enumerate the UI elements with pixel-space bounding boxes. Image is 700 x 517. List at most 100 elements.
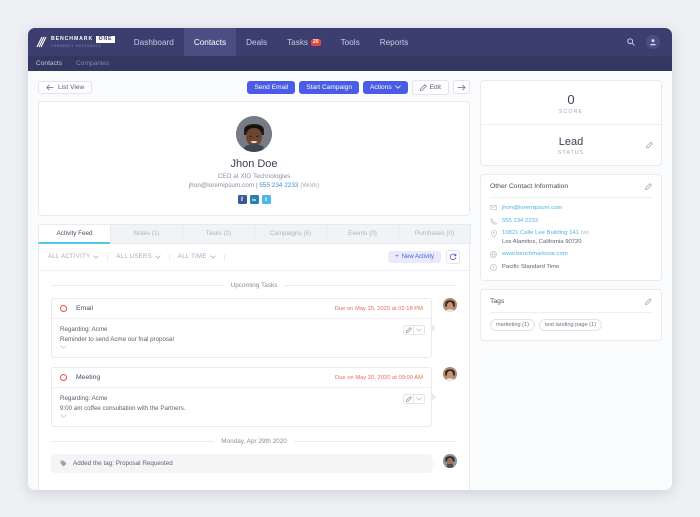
linkedin-icon[interactable]: in bbox=[249, 195, 259, 204]
tag-added-event[interactable]: Added the tag: Proposal Requested bbox=[51, 454, 432, 474]
divider-line-right bbox=[293, 441, 458, 443]
event-owner-avatar[interactable] bbox=[443, 454, 457, 469]
divider-line-left bbox=[51, 441, 215, 443]
nav-item-tasks[interactable]: Tasks 20 bbox=[277, 28, 331, 56]
filter-time-range[interactable]: ALL TIME bbox=[170, 254, 225, 260]
nav-item-deals[interactable]: Deals bbox=[236, 28, 277, 56]
social-links: f in t bbox=[39, 195, 469, 204]
nav-item-dashboard[interactable]: Dashboard bbox=[124, 28, 184, 56]
contact-info-heading: Other Contact Information bbox=[490, 183, 569, 190]
score-value: 0 bbox=[567, 92, 575, 107]
task-more-chevron-icon[interactable] bbox=[414, 394, 425, 405]
divider-line-left bbox=[51, 285, 224, 286]
start-campaign-label: Start Campaign bbox=[306, 83, 352, 91]
feed-event-item: Added the tag: Proposal Requested bbox=[51, 454, 457, 474]
feed-task-item: Meeting Due on May 20, 2020 at 09:00 AM … bbox=[51, 367, 457, 428]
mail-icon bbox=[490, 204, 497, 210]
app-logo[interactable]: BENCHMARK ONE FORMERLY HATCHBUCK bbox=[28, 28, 124, 56]
tag-event-text: Added the tag: Proposal Requested bbox=[73, 460, 173, 468]
start-campaign-button[interactable]: Start Campaign bbox=[299, 80, 359, 94]
twitter-icon[interactable]: t bbox=[261, 195, 271, 204]
task-edit-pencil-icon[interactable] bbox=[403, 394, 414, 405]
task-action-group bbox=[403, 394, 425, 405]
contact-job-title: CEO at XIO Technologies bbox=[217, 173, 291, 180]
task-header: Meeting Due on May 20, 2020 at 09:00 AM bbox=[52, 368, 431, 389]
list-view-button[interactable]: List View bbox=[38, 80, 93, 94]
contact-email[interactable]: jhon@loremipsum.com bbox=[189, 182, 254, 189]
nav-label: Dashboard bbox=[133, 37, 174, 47]
tab-purchases[interactable]: Purchases (0) bbox=[398, 224, 471, 244]
side-column: 0 SCORE Lead STATUS Other Contact Inform… bbox=[480, 80, 662, 490]
pin-icon bbox=[490, 229, 497, 239]
filter-users[interactable]: ALL USERS bbox=[108, 254, 170, 260]
task-edit-pencil-icon[interactable] bbox=[403, 325, 414, 335]
nav-right-actions bbox=[624, 28, 672, 56]
edit-label: Edit bbox=[429, 83, 441, 91]
subnav-item-companies[interactable]: Companies bbox=[76, 60, 109, 67]
contact-info-row-phone[interactable]: 555 234 2233 bbox=[490, 217, 652, 226]
task-regarding: Regarding: Acme bbox=[60, 395, 108, 403]
nav-item-reports[interactable]: Reports bbox=[370, 28, 419, 56]
tab-tasks[interactable]: Tasks (2) bbox=[182, 224, 255, 244]
upcoming-tasks-label: Upcoming Tasks bbox=[230, 282, 278, 289]
tags-edit-pencil-icon[interactable] bbox=[645, 298, 652, 306]
feed-right-actions: + New Activity bbox=[388, 250, 460, 264]
contact-phone[interactable]: 555 234 2233 bbox=[259, 182, 298, 189]
status-edit-pencil-icon[interactable] bbox=[646, 141, 653, 149]
contact-name: Jhon Doe bbox=[230, 158, 278, 170]
edit-contact-button[interactable]: Edit bbox=[411, 79, 449, 95]
tab-label: Notes (1) bbox=[133, 230, 160, 237]
new-activity-button[interactable]: + New Activity bbox=[388, 251, 441, 263]
search-icon[interactable] bbox=[624, 35, 638, 49]
tab-events[interactable]: Events (0) bbox=[326, 224, 399, 244]
actions-label: Actions bbox=[370, 83, 392, 91]
send-email-button[interactable]: Send Email bbox=[247, 80, 296, 94]
tab-notes[interactable]: Notes (1) bbox=[110, 224, 183, 244]
filter-activity-type[interactable]: ALL ACTIVITY bbox=[48, 254, 109, 260]
tag-chip[interactable]: marketing (1) bbox=[490, 319, 535, 332]
contact-info-website: www.benchmarkone.com bbox=[502, 251, 568, 258]
subnav-item-contacts[interactable]: Contacts bbox=[36, 60, 62, 67]
feed-date-label: Monday, Apr 29th 2020 bbox=[221, 438, 287, 446]
pencil-icon bbox=[419, 83, 427, 91]
contact-info-row-website[interactable]: www.benchmarkone.com bbox=[490, 250, 652, 259]
tab-activity-feed[interactable]: Activity Feed bbox=[38, 224, 111, 244]
task-more-chevron-icon[interactable] bbox=[414, 325, 425, 335]
facebook-icon[interactable]: f bbox=[237, 195, 247, 204]
filter-label: ALL TIME bbox=[177, 254, 207, 260]
contact-info-edit-pencil-icon[interactable] bbox=[645, 183, 652, 190]
task-card: Email Due on May 15, 2020 at 02:18 PM Re… bbox=[51, 298, 432, 359]
next-contact-button[interactable] bbox=[453, 80, 470, 94]
sub-navbar: Contacts Companies bbox=[28, 56, 672, 71]
feed-caret-icon bbox=[432, 459, 436, 468]
task-expand-chevron-icon[interactable] bbox=[60, 345, 423, 349]
task-owner-avatar[interactable] bbox=[443, 367, 457, 382]
tab-campaigns[interactable]: Campaigns (5) bbox=[254, 224, 327, 244]
contact-avatar[interactable] bbox=[236, 116, 272, 152]
tab-label: Activity Feed bbox=[56, 230, 93, 237]
toolbar-actions: Send Email Start Campaign Actions Edit bbox=[247, 79, 470, 95]
chevron-down-icon bbox=[155, 255, 161, 259]
logo-subtitle: FORMERLY HATCHBUCK bbox=[51, 44, 102, 49]
filter-label: ALL ACTIVITY bbox=[48, 254, 91, 260]
tag-chip-list: marketing (1) test landing page (1) bbox=[490, 319, 652, 332]
app-window: BENCHMARK ONE FORMERLY HATCHBUCK Dashboa… bbox=[28, 28, 672, 490]
contact-info-row-email[interactable]: jhon@loremipsum.com bbox=[490, 204, 652, 213]
nav-item-tools[interactable]: Tools bbox=[331, 28, 370, 56]
nav-item-contacts[interactable]: Contacts bbox=[183, 28, 237, 56]
tasks-count-badge: 20 bbox=[311, 38, 321, 46]
nav-items: Dashboard Contacts Deals Tasks 20 Tools … bbox=[124, 28, 419, 56]
task-complete-toggle[interactable] bbox=[60, 305, 67, 312]
feed-filter-row: ALL ACTIVITY ALL USERS ALL TIME + New Ac… bbox=[39, 244, 469, 271]
actions-dropdown-button[interactable]: Actions bbox=[363, 80, 408, 94]
refresh-icon[interactable] bbox=[446, 250, 460, 264]
user-account-icon[interactable] bbox=[646, 35, 660, 49]
task-complete-toggle[interactable] bbox=[60, 374, 67, 382]
task-card: Meeting Due on May 20, 2020 at 09:00 AM … bbox=[51, 367, 432, 428]
task-owner-avatar[interactable] bbox=[443, 298, 457, 312]
contact-info-row-address[interactable]: 10821 Calle Lee Building 141 (w) Los Ala… bbox=[490, 229, 652, 246]
task-expand-chevron-icon[interactable] bbox=[60, 414, 423, 419]
task-due-label: Due on May 15, 2020 at 02:18 PM bbox=[334, 305, 423, 312]
divider-line-right bbox=[284, 285, 458, 286]
tag-chip[interactable]: test landing page (1) bbox=[538, 319, 602, 332]
